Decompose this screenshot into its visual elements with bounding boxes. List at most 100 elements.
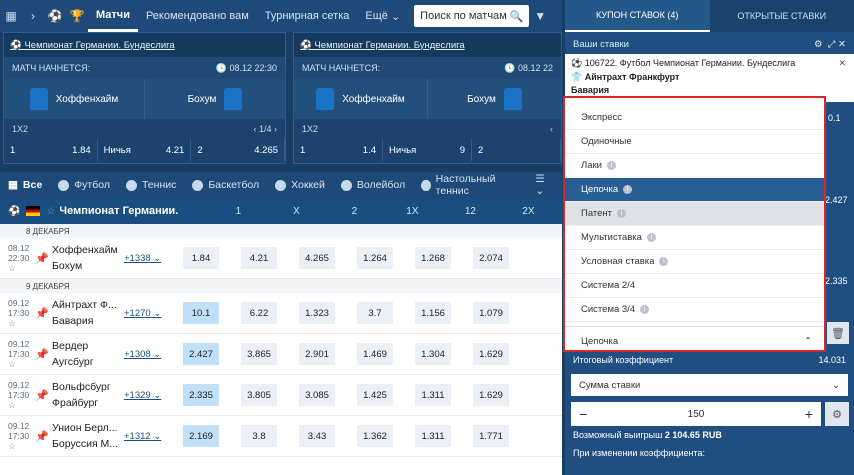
odd-button[interactable]: 1.362: [357, 425, 393, 447]
odd-button[interactable]: 1 1.4: [294, 139, 383, 161]
trophy-icon[interactable]: 🏆: [66, 0, 88, 32]
odd-button[interactable]: 1.84: [183, 247, 219, 269]
table-row[interactable]: 08.12 22:30 ☆ 📌 Хоффенхайм Бохум +1338 ⌄ 1.8…: [0, 238, 562, 279]
odd-button[interactable]: 2 4.265: [191, 139, 286, 161]
odd-button[interactable]: 1.156: [415, 302, 451, 324]
card-league[interactable]: Чемпионат Германии. Бундеслига: [24, 40, 174, 51]
match-card[interactable]: ⚽ Чемпионат Германии. Бундеслига МАТЧ НА…: [3, 32, 286, 164]
match-teams[interactable]: Унион Берл... Боруссия М...: [52, 420, 124, 452]
odd-button[interactable]: 2.427: [183, 343, 219, 365]
table-row[interactable]: 09.12 17:30 ☆ 📌 Унион Берл... Боруссия М...…: [0, 416, 562, 457]
dropdown-item[interactable]: Цепочка i: [565, 178, 824, 202]
pin-icon[interactable]: 📌: [32, 307, 52, 320]
dropdown-item[interactable]: Мультиставка i: [565, 226, 824, 250]
grid-icon[interactable]: ▦: [0, 0, 22, 32]
odd-button[interactable]: 1.311: [415, 425, 451, 447]
match-teams[interactable]: Айнтрахт Ф... Бавария: [52, 297, 124, 329]
odd-button[interactable]: 3.43: [299, 425, 335, 447]
filter-icon[interactable]: ▼: [529, 0, 551, 32]
gear-icon[interactable]: ⚙: [825, 402, 849, 426]
market-pager[interactable]: ‹ 1/4 ›: [253, 124, 277, 134]
expand-icon[interactable]: ⤢: [828, 39, 836, 50]
pin-icon[interactable]: 📌: [32, 348, 52, 361]
pin-icon[interactable]: 📌: [32, 430, 52, 443]
odd-button[interactable]: 3.865: [241, 343, 277, 365]
close-icon[interactable]: ✕: [838, 39, 846, 50]
odd-button[interactable]: 2: [472, 139, 561, 161]
search-input[interactable]: Поиск по матчам 🔍: [414, 5, 530, 27]
odd-button[interactable]: 1.304: [415, 343, 451, 365]
dropdown-item[interactable]: Экспресс: [565, 106, 824, 130]
odd-button[interactable]: 6.22: [241, 302, 277, 324]
star-icon[interactable]: ☆: [46, 206, 55, 217]
stake-value[interactable]: 150: [688, 409, 705, 420]
odd-button[interactable]: 2.074: [473, 247, 509, 269]
odd-button[interactable]: 1.629: [473, 343, 509, 365]
odd-button[interactable]: 3.805: [241, 384, 277, 406]
tab-recommended[interactable]: Рекомендовано вам: [138, 0, 257, 32]
odd-button[interactable]: 2.901: [299, 343, 335, 365]
odd-button[interactable]: 1.323: [299, 302, 335, 324]
football-icon[interactable]: ⚽: [44, 0, 66, 32]
odd-button[interactable]: 3.8: [241, 425, 277, 447]
bet-type-select[interactable]: Цепочка ⌃: [565, 326, 824, 356]
league-name[interactable]: Чемпионат Германии.: [59, 205, 209, 217]
odd-button[interactable]: 4.265: [299, 247, 335, 269]
more-markets-link[interactable]: +1308 ⌄: [124, 349, 172, 360]
dropdown-item[interactable]: Система 2/4: [565, 274, 824, 298]
star-icon[interactable]: ☆: [8, 441, 16, 451]
sport-tennis[interactable]: Теннис: [118, 172, 184, 198]
plus-button[interactable]: +: [805, 406, 813, 422]
odd-button[interactable]: Ничья 4.21: [98, 139, 192, 161]
table-row[interactable]: 09.12 17:30 ☆ 📌 Вольфсбург Фрайбург +1329 ⌄…: [0, 375, 562, 416]
table-row[interactable]: 09.12 17:30 ☆ 📌 Вердер Аугсбург +1308 ⌄ 2.42…: [0, 334, 562, 375]
odd-button[interactable]: 1.469: [357, 343, 393, 365]
odd-button[interactable]: 2.335: [183, 384, 219, 406]
dropdown-item[interactable]: Система 3/4 i: [565, 298, 824, 322]
sport-basketball[interactable]: Баскетбол: [184, 172, 267, 198]
chevron-right-icon[interactable]: ›: [22, 0, 44, 32]
odd-button[interactable]: 1.629: [473, 384, 509, 406]
stake-select[interactable]: Сумма ставки ⌄: [571, 374, 848, 396]
odd-button[interactable]: 10.1: [183, 302, 219, 324]
tab-open-bets[interactable]: ОТКРЫТЫЕ СТАВКИ: [709, 0, 854, 32]
odd-button[interactable]: 1.264: [357, 247, 393, 269]
more-markets-link[interactable]: +1338 ⌄: [124, 253, 172, 264]
star-icon[interactable]: ☆: [8, 318, 16, 328]
star-icon[interactable]: ☆: [8, 400, 16, 410]
odd-button[interactable]: 3.085: [299, 384, 335, 406]
tab-matches[interactable]: Матчи: [88, 0, 138, 32]
tab-more[interactable]: Ещё ⌄: [357, 0, 408, 32]
star-icon[interactable]: ☆: [8, 263, 16, 273]
sport-all[interactable]: ▦ Все: [0, 172, 50, 198]
bet-type-dropdown[interactable]: Экспресс Одиночные Лаки i Цепочка i Патент i Мул…: [563, 96, 826, 352]
pin-icon[interactable]: 📌: [32, 389, 52, 402]
dropdown-item[interactable]: Условная ставка i: [565, 250, 824, 274]
tab-bracket[interactable]: Турнирная сетка: [257, 0, 358, 32]
tab-coupon[interactable]: КУПОН СТАВОК (4): [565, 0, 710, 32]
market-pager[interactable]: ‹: [550, 124, 553, 134]
card-league[interactable]: Чемпионат Германии. Бундеслига: [314, 40, 464, 51]
stake-stepper[interactable]: − 150 +: [571, 402, 821, 426]
sport-football[interactable]: Футбол: [50, 172, 118, 198]
sport-table-tennis[interactable]: Настольный теннис: [413, 172, 527, 198]
minus-button[interactable]: −: [579, 406, 587, 422]
more-markets-link[interactable]: +1270 ⌄: [124, 308, 172, 319]
odd-button[interactable]: 3.7: [357, 302, 393, 324]
dropdown-item[interactable]: Патент i: [565, 202, 824, 226]
odd-button[interactable]: 1.771: [473, 425, 509, 447]
odd-button[interactable]: 4.21: [241, 247, 277, 269]
odd-button[interactable]: Ничья 9: [383, 139, 472, 161]
match-teams[interactable]: Хоффенхайм Бохум: [52, 242, 124, 274]
odd-button[interactable]: 1.079: [473, 302, 509, 324]
match-card[interactable]: ⚽ Чемпионат Германии. Бундеслига МАТЧ НА…: [293, 32, 562, 164]
odd-button[interactable]: 1.425: [357, 384, 393, 406]
match-teams[interactable]: Вердер Аугсбург: [52, 338, 124, 370]
more-markets-link[interactable]: +1329 ⌄: [124, 390, 172, 401]
sport-hockey[interactable]: Хоккей: [267, 172, 333, 198]
odd-button[interactable]: 1.311: [415, 384, 451, 406]
gear-icon[interactable]: ⚙: [814, 39, 823, 50]
match-teams[interactable]: Вольфсбург Фрайбург: [52, 379, 124, 411]
odd-button[interactable]: 2.169: [183, 425, 219, 447]
odd-button[interactable]: 1.268: [415, 247, 451, 269]
